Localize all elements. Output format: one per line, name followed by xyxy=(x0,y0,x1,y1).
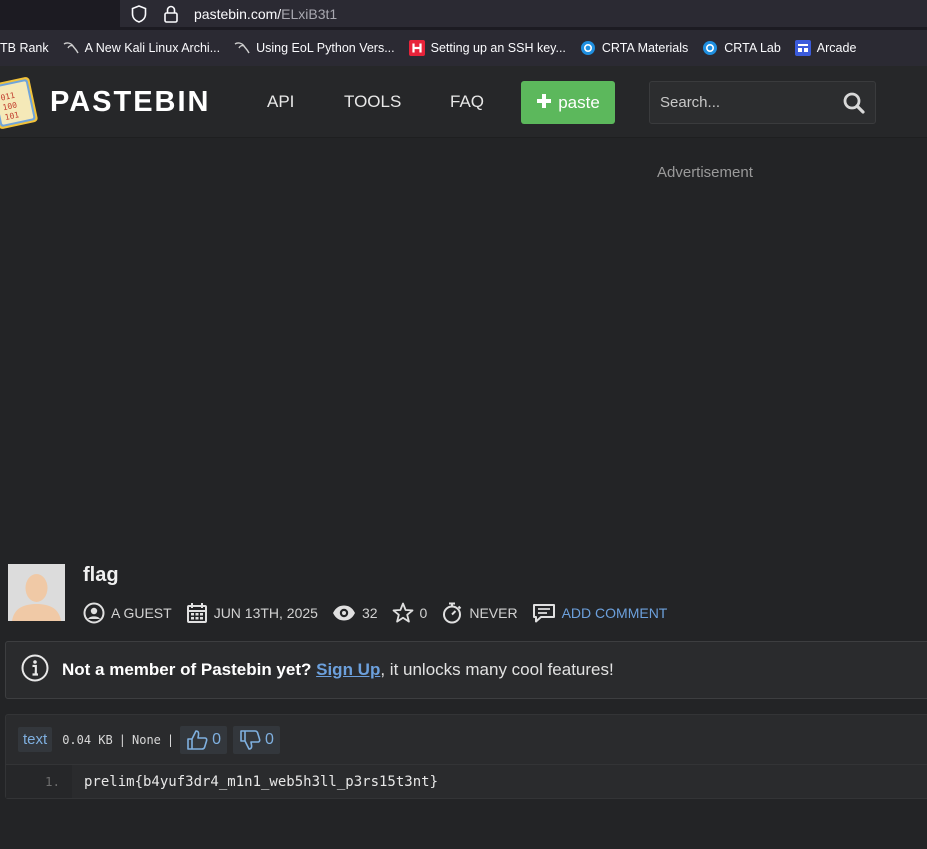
paste-author: A GUEST xyxy=(111,605,172,621)
star-icon xyxy=(392,602,413,623)
nav-api[interactable]: API xyxy=(267,92,294,112)
paste-expiry: NEVER xyxy=(469,605,518,621)
new-paste-label: paste xyxy=(558,92,600,112)
views-meta: 32 xyxy=(332,604,378,622)
author-meta[interactable]: A GUEST xyxy=(83,602,172,624)
new-paste-button[interactable]: paste xyxy=(521,81,615,124)
separator: | xyxy=(166,732,175,747)
paste-meta: A GUEST JUN 13TH, 2025 32 0 NEVER ADD CO… xyxy=(83,601,681,625)
paste-size: 0.04 KB xyxy=(62,732,113,747)
timer-icon xyxy=(443,602,462,624)
paste-date: JUN 13TH, 2025 xyxy=(213,605,318,621)
site-header: 011 100 101 PASTEBIN API TOOLS FAQ paste xyxy=(0,66,927,138)
search-input[interactable] xyxy=(660,94,840,111)
crta-icon xyxy=(580,40,596,56)
browser-toolbar: pastebin.com/ELxiB3t1 xyxy=(0,0,927,30)
plus-icon xyxy=(536,88,552,116)
advertisement-label: Advertisement xyxy=(657,164,753,181)
bookmark-crta-materials[interactable]: CRTA Materials xyxy=(580,40,688,56)
comment-icon xyxy=(532,604,555,623)
code-toolbar: text 0.04 KB | None | 0 0 xyxy=(6,715,927,764)
h-icon xyxy=(408,40,425,56)
paste-content: text 0.04 KB | None | 0 0 1. prelim{b4yu… xyxy=(5,714,927,799)
site-brand[interactable]: PASTEBIN xyxy=(50,86,210,119)
search-icon[interactable] xyxy=(843,92,865,119)
bookmark-kali-archive[interactable]: A New Kali Linux Archi... xyxy=(63,40,220,56)
address-bar[interactable]: pastebin.com/ELxiB3t1 xyxy=(120,0,927,27)
user-icon xyxy=(83,602,105,624)
pastebin-logo-icon[interactable]: 011 100 101 xyxy=(0,72,44,130)
stars-meta[interactable]: 0 xyxy=(392,602,428,624)
arcade-icon xyxy=(794,40,811,56)
eye-icon xyxy=(332,605,355,621)
paste-stars: 0 xyxy=(419,605,428,621)
bookmark-label: CRTA Materials xyxy=(601,41,689,55)
expiry-meta: NEVER xyxy=(441,602,518,624)
line-number: 1. xyxy=(6,765,72,798)
calendar-icon xyxy=(186,603,207,623)
bookmark-crta-lab[interactable]: CRTA Lab xyxy=(702,40,781,56)
paste-views: 32 xyxy=(361,605,378,621)
paste-category: None xyxy=(132,732,161,747)
paste-title: flag xyxy=(83,564,119,586)
search-box xyxy=(649,81,876,124)
nav-tools[interactable]: TOOLS xyxy=(344,92,401,112)
bookmark-ssh-key[interactable]: Setting up an SSH key... xyxy=(408,40,566,56)
like-button[interactable]: 0 xyxy=(180,725,228,754)
separator: | xyxy=(118,732,126,747)
shield-icon[interactable] xyxy=(130,4,148,23)
avatar[interactable] xyxy=(8,564,65,621)
nav-faq[interactable]: FAQ xyxy=(450,92,484,112)
bookmark-label: A New Kali Linux Archi... xyxy=(84,41,221,55)
notice-text: Not a member of Pastebin yet? Sign Up, i… xyxy=(62,660,614,680)
kali-dragon-icon xyxy=(234,40,250,56)
url-host: pastebin.com/ xyxy=(194,5,282,22)
bookmark-label: TB Rank xyxy=(0,41,49,55)
bookmarks-bar: TB Rank A New Kali Linux Archi... Using … xyxy=(0,30,927,66)
code-line: 1. prelim{b4yuf3dr4_m1n1_web5h3ll_p3rs15… xyxy=(6,764,927,798)
add-comment-link[interactable]: ADD COMMENT xyxy=(532,603,668,623)
add-comment-label: ADD COMMENT xyxy=(561,605,668,621)
bookmark-tb-rank[interactable]: TB Rank xyxy=(0,41,49,55)
thumbs-down-icon xyxy=(240,729,261,750)
member-notice: Not a member of Pastebin yet? Sign Up, i… xyxy=(5,641,927,699)
kali-dragon-icon xyxy=(63,40,79,56)
signup-link[interactable]: Sign Up xyxy=(316,660,380,679)
bookmark-arcade[interactable]: Arcade xyxy=(794,40,857,56)
notice-bold: Not a member of Pastebin yet? xyxy=(62,660,312,679)
notice-rest: , it unlocks many cool features! xyxy=(380,660,614,679)
language-tag[interactable]: text xyxy=(18,727,53,752)
crta-icon xyxy=(702,40,718,56)
bookmark-label: Arcade xyxy=(816,41,857,55)
date-meta: JUN 13TH, 2025 xyxy=(186,602,318,624)
bookmark-label: Setting up an SSH key... xyxy=(430,41,566,55)
bookmark-label: CRTA Lab xyxy=(724,41,781,55)
like-count: 0 xyxy=(212,730,222,748)
info-icon xyxy=(21,654,49,687)
dislike-count: 0 xyxy=(265,730,274,748)
dislike-button[interactable]: 0 xyxy=(233,725,280,754)
bookmark-eol-python[interactable]: Using EoL Python Vers... xyxy=(234,40,395,56)
bookmark-label: Using EoL Python Vers... xyxy=(256,41,395,55)
thumbs-up-icon xyxy=(187,729,208,750)
lock-icon[interactable] xyxy=(162,5,180,23)
line-text[interactable]: prelim{b4yuf3dr4_m1n1_web5h3ll_p3rs15t3n… xyxy=(72,774,438,790)
url-path: ELxiB3t1 xyxy=(281,5,338,22)
